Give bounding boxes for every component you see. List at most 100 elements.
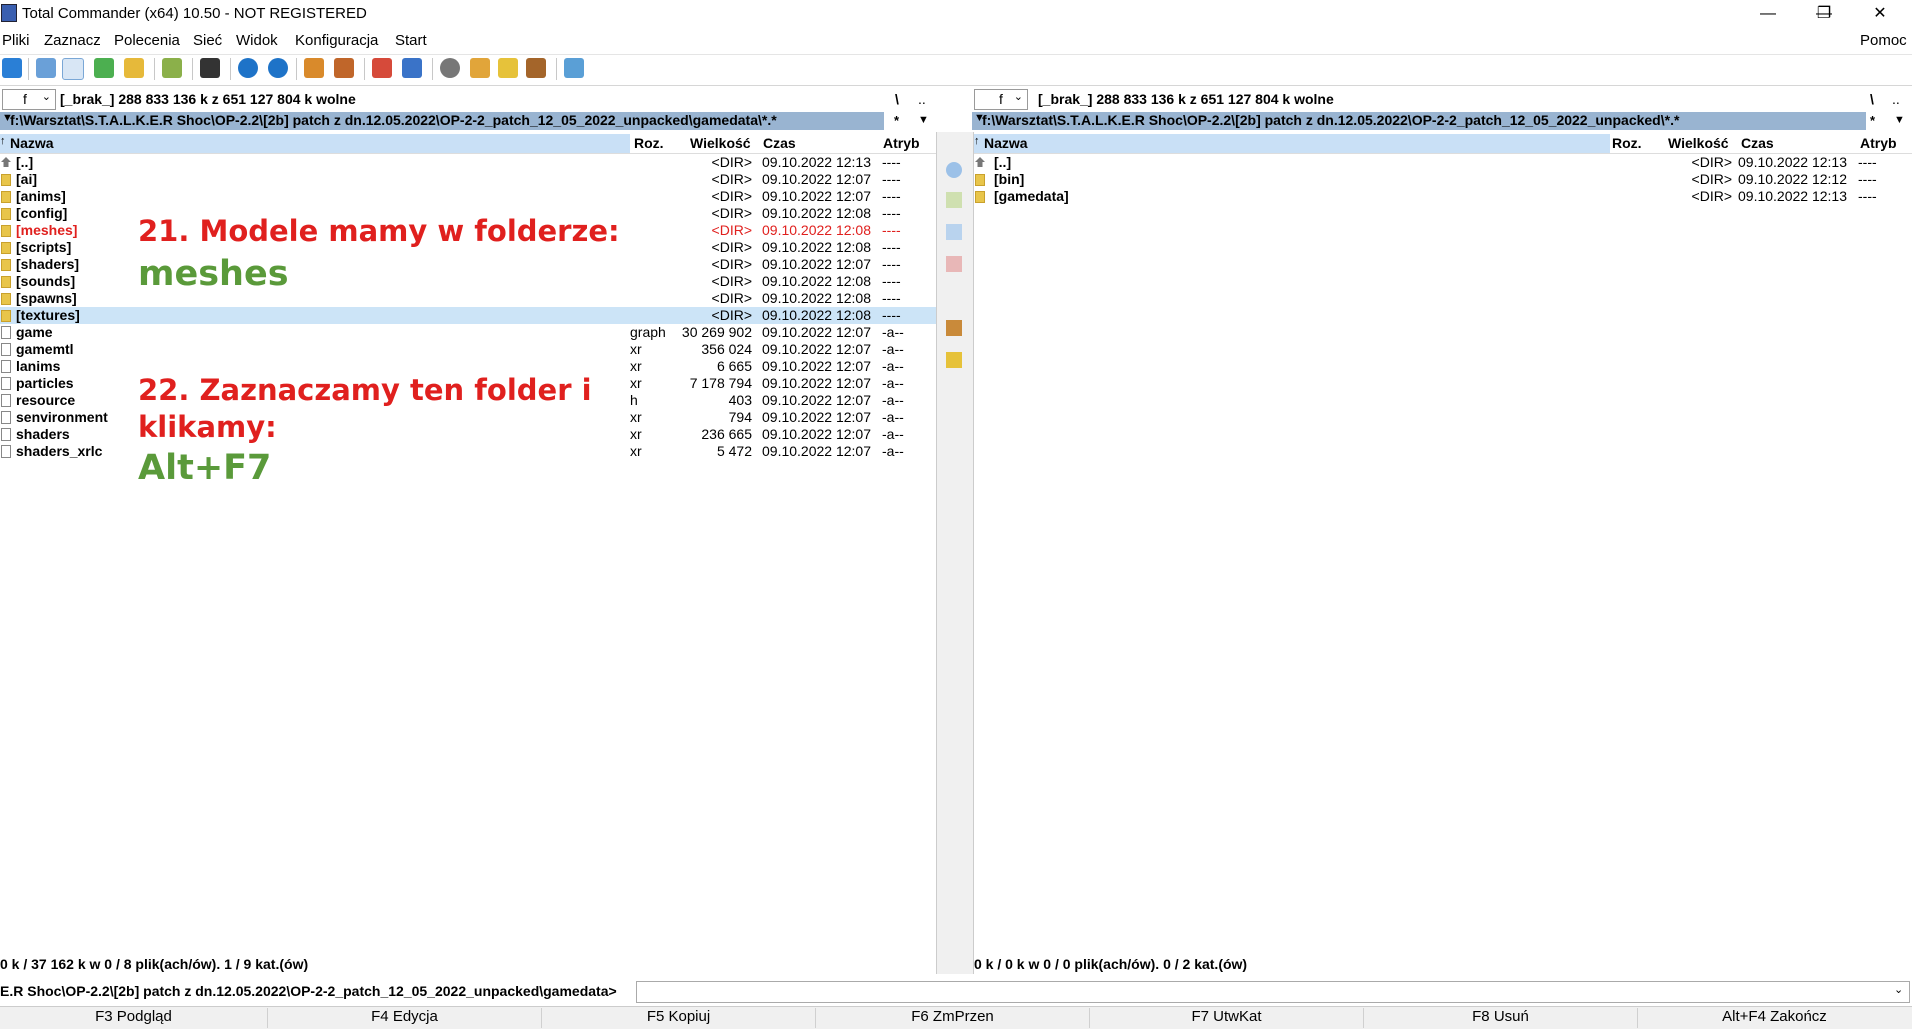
file-row[interactable]: game graph 30 269 902 09.10.2022 12:07 -a--: [0, 324, 936, 341]
left-size-header[interactable]: Wielkość: [690, 135, 751, 151]
multi-rename-icon[interactable]: [470, 58, 490, 78]
invert-selection-icon[interactable]: [200, 58, 220, 78]
alt-f4-exit-button[interactable]: Alt+F4 Zakończ: [1638, 1008, 1911, 1028]
cell-attr: ----: [882, 290, 901, 306]
right-hotlist-icon[interactable]: ▼: [1894, 114, 1905, 126]
cell-ext: h: [630, 392, 638, 408]
annotation-step21: 21. Modele mamy w folderze:: [138, 214, 620, 248]
f6-move-button[interactable]: F6 ZmPrzen: [816, 1008, 1090, 1028]
compare-icon[interactable]: [526, 58, 546, 78]
menu-konfiguracja[interactable]: Konfiguracja: [295, 32, 378, 49]
menu-widok[interactable]: Widok: [236, 32, 278, 49]
file-row[interactable]: gamemtl xr 356 024 09.10.2022 12:07 -a--: [0, 341, 936, 358]
left-attr-header[interactable]: Atryb: [883, 135, 920, 151]
refresh-icon[interactable]: [2, 58, 22, 78]
right-date-header[interactable]: Czas: [1741, 135, 1774, 151]
cell-date: 09.10.2022 12:07: [762, 188, 871, 204]
left-drive-select[interactable]: f ⌄: [2, 89, 56, 110]
left-date-header[interactable]: Czas: [763, 135, 796, 151]
cell-attr: ----: [882, 273, 901, 289]
right-size-header[interactable]: Wielkość: [1668, 135, 1729, 151]
right-filter-star[interactable]: *: [1870, 113, 1875, 128]
cell-size: <DIR>: [711, 273, 752, 289]
right-path-bar[interactable]: ▼ f:\Warsztat\S.T.A.L.K.E.R Shoc\OP-2.2\…: [972, 112, 1866, 130]
right-up-button[interactable]: ..: [1892, 91, 1900, 107]
folder-row[interactable]: [..] <DIR> 09.10.2022 12:13 ----: [974, 154, 1912, 171]
left-up-button[interactable]: ..: [918, 91, 926, 107]
close-button[interactable]: ✕: [1852, 0, 1908, 28]
cell-size: <DIR>: [711, 171, 752, 187]
cell-name: senvironment: [16, 409, 108, 425]
menu-siec[interactable]: Sieć: [193, 32, 222, 49]
cell-attr: ----: [1858, 171, 1877, 187]
url-icon[interactable]: [402, 58, 422, 78]
unpack-icon[interactable]: [334, 58, 354, 78]
left-ext-header[interactable]: Roz.: [634, 135, 664, 151]
f3-view-button[interactable]: F3 Podgląd: [0, 1008, 268, 1028]
brief-view-icon[interactable]: [36, 58, 56, 78]
edit-icon[interactable]: [946, 192, 962, 208]
copy-icon[interactable]: [946, 224, 962, 240]
command-input[interactable]: [636, 981, 1910, 1003]
move-icon[interactable]: [946, 256, 962, 272]
left-root-button[interactable]: \: [895, 91, 899, 107]
pack-icon[interactable]: [304, 58, 324, 78]
menu-pliki[interactable]: Pliki: [2, 32, 30, 49]
back-icon[interactable]: [238, 58, 258, 78]
left-column-header: ↑ Nazwa Roz. Wielkość Czas Atryb: [0, 134, 936, 154]
folder-row[interactable]: [ai] <DIR> 09.10.2022 12:07 ----: [0, 171, 936, 188]
view-icon[interactable]: [946, 162, 962, 178]
pack-files-icon[interactable]: [946, 320, 962, 336]
right-name-header[interactable]: ↑ Nazwa: [974, 134, 1610, 153]
cell-size: 356 024: [701, 341, 752, 357]
folder-row[interactable]: [..] <DIR> 09.10.2022 12:13 ----: [0, 154, 936, 171]
command-history-chevron-icon[interactable]: ⌄: [1894, 983, 1903, 996]
cell-ext: xr: [630, 358, 642, 374]
thumbnail-view-icon[interactable]: [94, 58, 114, 78]
menu-start[interactable]: Start: [395, 32, 427, 49]
cell-size: <DIR>: [711, 239, 752, 255]
menu-help[interactable]: Pomoc: [1860, 32, 1907, 49]
cell-size: <DIR>: [711, 256, 752, 272]
tree-view-icon[interactable]: [124, 58, 144, 78]
f5-copy-button[interactable]: F5 Kopiuj: [542, 1008, 816, 1028]
cell-size: 7 178 794: [689, 375, 752, 391]
folder-icon: [1, 174, 11, 186]
full-view-icon[interactable]: [62, 58, 84, 80]
right-ext-header[interactable]: Roz.: [1612, 135, 1642, 151]
f4-edit-button[interactable]: F4 Edycja: [268, 1008, 542, 1028]
right-drive-select[interactable]: f ⌄: [974, 89, 1028, 110]
toolbar-separator: [154, 58, 155, 80]
menu-polecenia[interactable]: Polecenia: [114, 32, 180, 49]
menu-zaznacz[interactable]: Zaznacz: [44, 32, 101, 49]
search-icon[interactable]: [440, 58, 460, 78]
minimize-icon[interactable]: —: [1740, 0, 1796, 28]
left-path-bar[interactable]: ▼ f:\Warsztat\S.T.A.L.K.E.R Shoc\OP-2.2\…: [0, 112, 884, 130]
notepad-icon[interactable]: [564, 58, 584, 78]
folder-row[interactable]: [bin] <DIR> 09.10.2022 12:12 ----: [974, 171, 1912, 188]
right-attr-header[interactable]: Atryb: [1860, 135, 1897, 151]
left-hotlist-icon[interactable]: ▼: [918, 114, 929, 126]
cell-size: 6 665: [716, 358, 752, 374]
cell-ext: xr: [630, 341, 642, 357]
ftp-icon[interactable]: [372, 58, 392, 78]
file-icon: [1, 411, 11, 424]
right-root-button[interactable]: \: [1870, 91, 1874, 107]
cell-ext: graph: [630, 324, 666, 340]
left-path: f:\Warsztat\S.T.A.L.K.E.R Shoc\OP-2.2\[2…: [10, 112, 777, 128]
folder-row[interactable]: [textures] <DIR> 09.10.2022 12:08 ----: [0, 307, 936, 324]
new-folder-icon[interactable]: [946, 352, 962, 368]
folder-row[interactable]: [anims] <DIR> 09.10.2022 12:07 ----: [0, 188, 936, 205]
folder-row[interactable]: [gamedata] <DIR> 09.10.2022 12:13 ----: [974, 188, 1912, 205]
forward-icon[interactable]: [268, 58, 288, 78]
sync-dirs-icon[interactable]: [498, 58, 518, 78]
cell-date: 09.10.2022 12:07: [762, 358, 871, 374]
restore-button[interactable]: ❐: [1796, 0, 1852, 28]
left-name-header[interactable]: ↑ Nazwa: [0, 134, 630, 153]
f7-mkdir-button[interactable]: F7 UtwKat: [1090, 1008, 1364, 1028]
cell-size: 5 472: [716, 443, 752, 459]
sort-icon[interactable]: [162, 58, 182, 78]
f8-delete-button[interactable]: F8 Usuń: [1364, 1008, 1638, 1028]
left-filter-star[interactable]: *: [894, 113, 899, 128]
cell-name: [textures]: [16, 307, 80, 323]
